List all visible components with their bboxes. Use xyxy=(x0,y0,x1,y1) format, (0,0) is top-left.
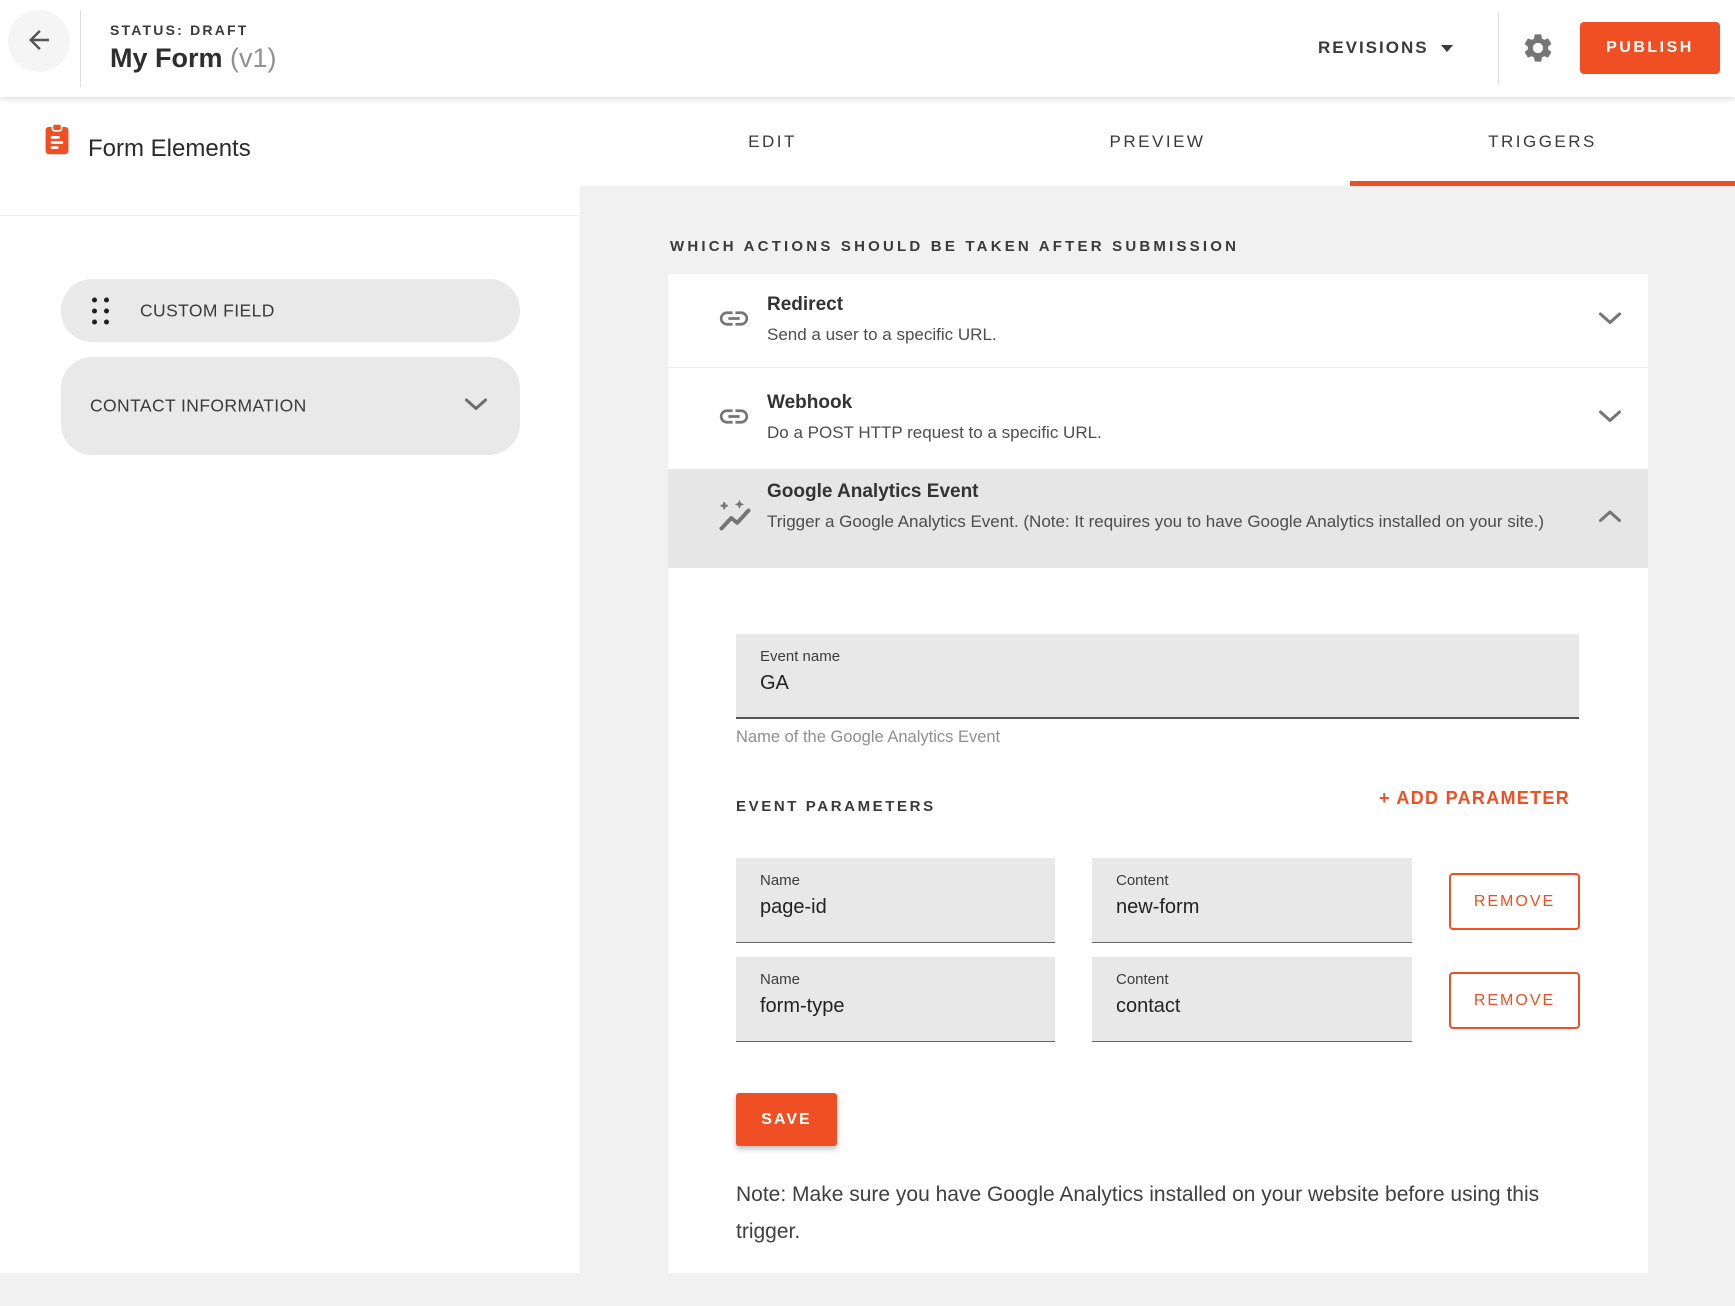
triggers-heading: WHICH ACTIONS SHOULD BE TAKEN AFTER SUBM… xyxy=(670,238,1239,255)
parameter-content-field[interactable]: Content xyxy=(1092,957,1412,1042)
sidebar-item-label: CUSTOM FIELD xyxy=(140,300,275,321)
trigger-title: Google Analytics Event xyxy=(767,481,1544,503)
drag-handle-icon xyxy=(92,297,109,324)
gear-icon xyxy=(1521,53,1555,68)
trigger-description: Trigger a Google Analytics Event. (Note:… xyxy=(767,508,1544,535)
save-button[interactable]: SAVE xyxy=(736,1093,837,1146)
caret-down-icon xyxy=(1441,45,1453,52)
event-name-helper: Name of the Google Analytics Event xyxy=(736,728,1000,747)
parameter-content-input[interactable] xyxy=(1116,995,1402,1018)
trigger-description: Send a user to a specific URL. xyxy=(767,321,997,348)
tab-preview[interactable]: PREVIEW xyxy=(965,97,1350,186)
parameter-name-input[interactable] xyxy=(760,896,1045,919)
link-icon xyxy=(717,399,751,438)
form-elements-sidebar: Form Elements CUSTOM FIELD CONTACT INFOR… xyxy=(0,97,580,1273)
clipboard-icon xyxy=(43,124,71,161)
status-badge: STATUS: DRAFT xyxy=(110,22,277,38)
sidebar-item-contact-information[interactable]: CONTACT INFORMATION xyxy=(61,357,520,455)
form-title-block: STATUS: DRAFT My Form (v1) xyxy=(110,22,277,74)
parameter-name-label: Name xyxy=(760,971,800,988)
chevron-down-icon[interactable] xyxy=(1598,311,1622,330)
parameter-row: Name Content REMOVE xyxy=(668,957,1648,1042)
parameter-row: Name Content REMOVE xyxy=(668,858,1648,943)
trigger-row-webhook[interactable]: Webhook Do a POST HTTP request to a spec… xyxy=(668,367,1648,469)
tab-triggers[interactable]: TRIGGERS xyxy=(1350,97,1735,186)
event-name-input[interactable] xyxy=(760,672,1569,695)
chevron-down-icon xyxy=(464,398,488,415)
parameter-name-field[interactable]: Name xyxy=(736,858,1055,943)
analytics-icon xyxy=(717,498,753,539)
trigger-description: Do a POST HTTP request to a specific URL… xyxy=(767,419,1102,446)
remove-parameter-button[interactable]: REMOVE xyxy=(1449,972,1580,1029)
active-tab-indicator xyxy=(1350,181,1735,186)
revisions-label: REVISIONS xyxy=(1318,38,1429,58)
trigger-row-google-analytics[interactable]: Google Analytics Event Trigger a Google … xyxy=(668,469,1648,568)
chevron-down-icon[interactable] xyxy=(1598,409,1622,428)
triggers-card: Redirect Send a user to a specific URL. … xyxy=(668,274,1648,1273)
header-divider xyxy=(80,10,81,87)
trigger-row-redirect[interactable]: Redirect Send a user to a specific URL. xyxy=(668,274,1648,367)
form-version: (v1) xyxy=(230,43,277,73)
trigger-row-text: Webhook Do a POST HTTP request to a spec… xyxy=(767,392,1102,446)
header-divider-2 xyxy=(1498,12,1499,85)
parameter-name-input[interactable] xyxy=(760,995,1045,1018)
revisions-button[interactable]: REVISIONS xyxy=(1318,26,1453,70)
trigger-row-text: Google Analytics Event Trigger a Google … xyxy=(767,481,1544,535)
sidebar-divider xyxy=(0,215,580,216)
app-header: STATUS: DRAFT My Form (v1) REVISIONS PUB… xyxy=(0,0,1735,97)
chevron-up-icon[interactable] xyxy=(1598,509,1622,528)
event-name-label: Event name xyxy=(760,648,840,665)
parameter-content-field[interactable]: Content xyxy=(1092,858,1412,943)
parameter-content-label: Content xyxy=(1116,971,1169,988)
event-name-field[interactable]: Event name xyxy=(736,634,1579,719)
sidebar-item-custom-field[interactable]: CUSTOM FIELD xyxy=(61,279,520,342)
form-name: My Form xyxy=(110,43,223,73)
sidebar-title: Form Elements xyxy=(88,135,251,163)
sidebar-item-label: CONTACT INFORMATION xyxy=(90,396,307,417)
add-parameter-button[interactable]: + ADD PARAMETER xyxy=(1379,788,1570,809)
ga-note: Note: Make sure you have Google Analytic… xyxy=(736,1176,1581,1250)
event-parameters-heading: EVENT PARAMETERS xyxy=(736,798,936,815)
trigger-title: Webhook xyxy=(767,392,1102,414)
tab-edit[interactable]: EDIT xyxy=(580,97,965,186)
arrow-left-icon xyxy=(24,25,54,58)
link-icon xyxy=(717,301,751,340)
triggers-panel: WHICH ACTIONS SHOULD BE TAKEN AFTER SUBM… xyxy=(580,186,1735,1273)
parameter-name-label: Name xyxy=(760,872,800,889)
tab-bar: EDIT PREVIEW TRIGGERS xyxy=(580,97,1735,186)
parameter-content-input[interactable] xyxy=(1116,896,1402,919)
back-button[interactable] xyxy=(8,10,70,72)
publish-button[interactable]: PUBLISH xyxy=(1580,22,1720,74)
trigger-title: Redirect xyxy=(767,294,997,316)
parameter-name-field[interactable]: Name xyxy=(736,957,1055,1042)
trigger-row-text: Redirect Send a user to a specific URL. xyxy=(767,294,997,348)
settings-button[interactable] xyxy=(1518,29,1558,69)
sidebar-header: Form Elements xyxy=(0,97,580,215)
remove-parameter-button[interactable]: REMOVE xyxy=(1449,873,1580,930)
parameter-content-label: Content xyxy=(1116,872,1169,889)
page-title: My Form (v1) xyxy=(110,43,277,74)
